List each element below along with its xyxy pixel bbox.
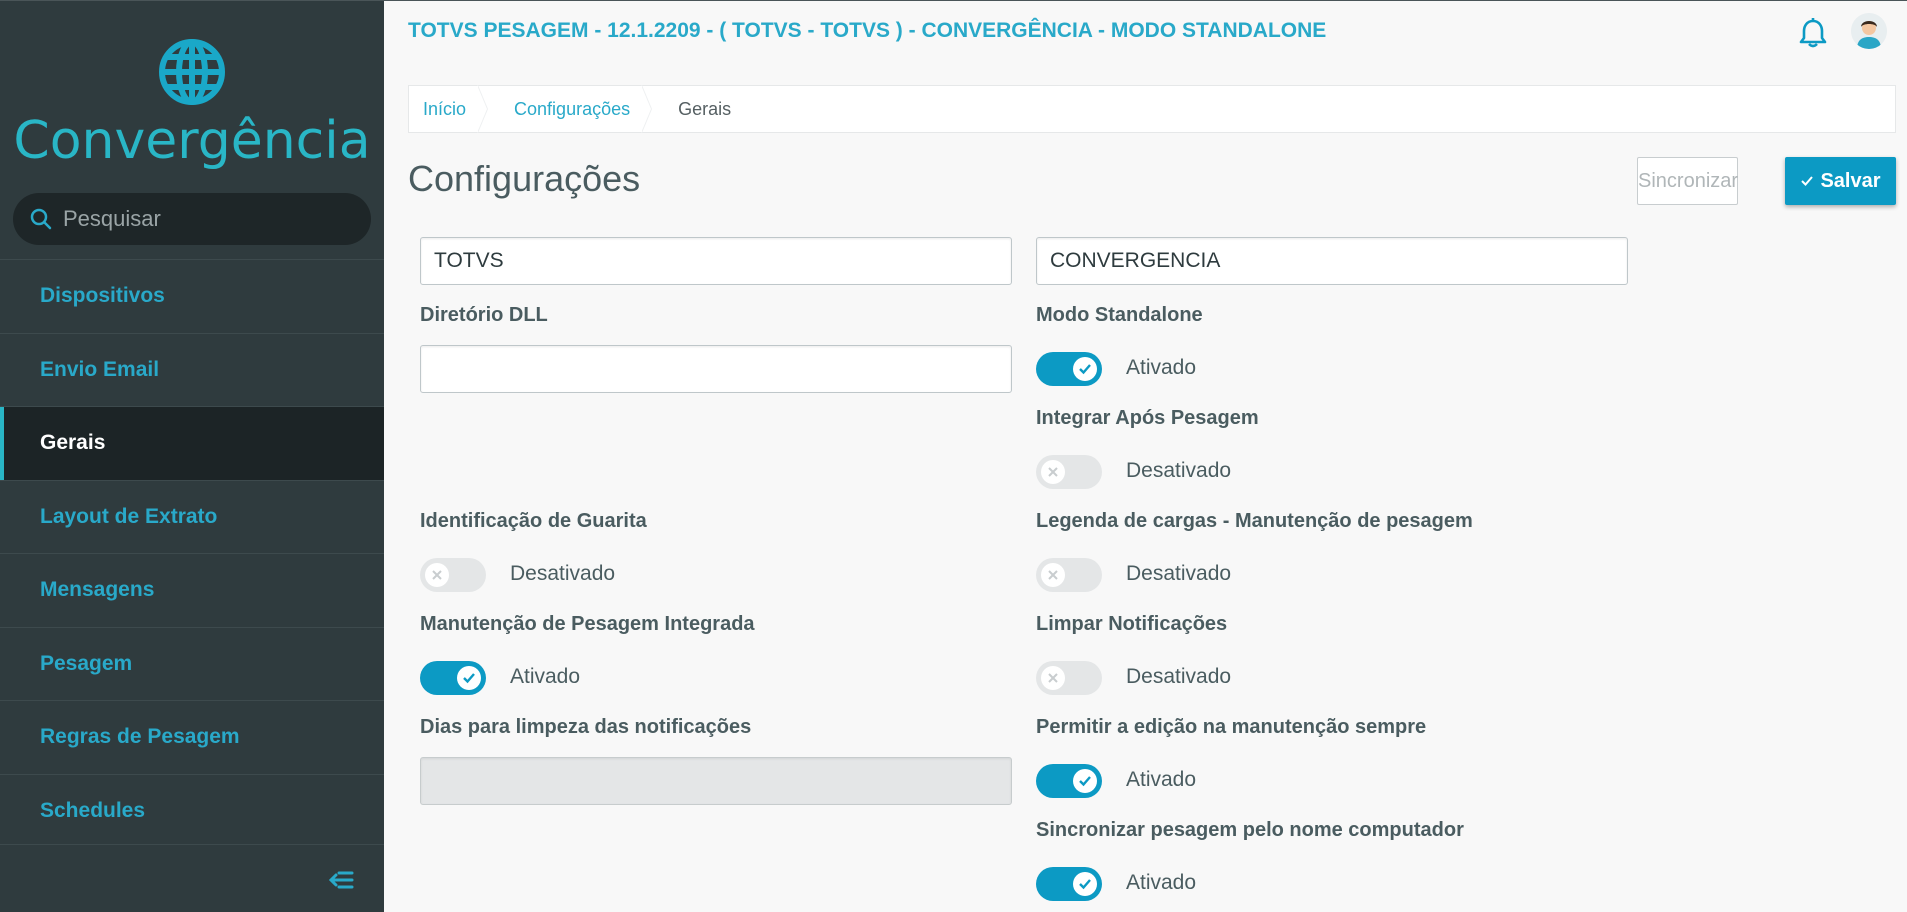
- sidebar-item-schedules[interactable]: Schedules: [0, 773, 384, 847]
- x-icon: [1041, 460, 1065, 484]
- collapse-menu-icon: [328, 871, 354, 889]
- globe-icon: [159, 39, 225, 105]
- standalone-state: Ativado: [1126, 356, 1197, 379]
- save-button[interactable]: Salvar: [1785, 157, 1896, 205]
- sidebar-item-label: Mensagens: [40, 578, 155, 602]
- sincronizar-label: Sincronizar pesagem pelo nome computador: [1036, 819, 1464, 841]
- sidebar-item-dispositivos[interactable]: Dispositivos: [0, 259, 384, 333]
- breadcrumb-gerais: Gerais: [678, 99, 732, 119]
- save-button-label: Salvar: [1820, 169, 1881, 192]
- user-avatar-icon: [1851, 13, 1887, 49]
- guarita-label: Identificação de Guarita: [420, 510, 647, 532]
- check-icon: [457, 666, 481, 690]
- collapse-sidebar-button[interactable]: [0, 844, 384, 912]
- breadcrumb-configuracoes[interactable]: Configurações: [488, 85, 653, 133]
- user-avatar[interactable]: [1851, 13, 1887, 49]
- guarita-state: Desativado: [510, 562, 616, 585]
- standalone-toggle[interactable]: [1036, 352, 1102, 386]
- permitir-label: Permitir a edição na manutenção sempre: [1036, 716, 1427, 738]
- check-icon: [1801, 176, 1814, 186]
- logo-text: Convergência: [13, 111, 371, 171]
- sincronizar-state: Ativado: [1126, 871, 1197, 894]
- legenda-toggle[interactable]: [1036, 558, 1102, 592]
- sincronizar-toggle[interactable]: [1036, 867, 1102, 901]
- logo: Convergência: [0, 1, 384, 186]
- sidebar-item-label: Dispositivos: [40, 284, 165, 308]
- x-icon: [425, 563, 449, 587]
- sidebar-item-envio-email[interactable]: Envio Email: [0, 332, 384, 406]
- branch-field[interactable]: [1036, 237, 1628, 285]
- check-icon: [1073, 357, 1097, 381]
- sidebar-item-pesagem[interactable]: Pesagem: [0, 626, 384, 700]
- sidebar-item-label: Regras de Pesagem: [40, 725, 240, 749]
- sidebar-item-gerais[interactable]: Gerais: [0, 406, 384, 480]
- guarita-toggle[interactable]: [420, 558, 486, 592]
- manutencao-label: Manutenção de Pesagem Integrada: [420, 613, 755, 635]
- sidebar-item-label: Schedules: [40, 798, 146, 822]
- company-field[interactable]: [420, 237, 1012, 285]
- search-icon: [30, 208, 52, 230]
- breadcrumb: Início Configurações Gerais: [408, 85, 1896, 133]
- page-title: Configurações: [408, 158, 641, 199]
- sidebar-item-mensagens[interactable]: Mensagens: [0, 553, 384, 627]
- legenda-state: Desativado: [1126, 562, 1232, 585]
- x-icon: [1041, 563, 1065, 587]
- bell-icon[interactable]: [1798, 17, 1828, 49]
- limpar-toggle[interactable]: [1036, 661, 1102, 695]
- sidebar-item-label: Pesagem: [40, 651, 133, 675]
- check-icon: [1073, 769, 1097, 793]
- integrar-label: Integrar Após Pesagem: [1036, 407, 1259, 429]
- sidebar: Convergência Dispositivos Envio Email Ge…: [0, 0, 384, 912]
- manutencao-state: Ativado: [510, 665, 581, 688]
- legenda-label: Legenda de cargas - Manutenção de pesage…: [1036, 510, 1473, 532]
- breadcrumb-inicio[interactable]: Início: [409, 85, 489, 133]
- permitir-state: Ativado: [1126, 768, 1197, 791]
- dll-label: Diretório DLL: [420, 304, 548, 326]
- integrar-toggle[interactable]: [1036, 455, 1102, 489]
- sidebar-item-label: Layout de Extrato: [40, 504, 218, 528]
- sidebar-item-label: Gerais: [40, 431, 106, 455]
- search-input[interactable]: [63, 201, 353, 237]
- search-box[interactable]: [13, 193, 371, 245]
- sidebar-menu: Dispositivos Envio Email Gerais Layout d…: [0, 259, 384, 847]
- limpar-label: Limpar Notificações: [1036, 613, 1228, 635]
- dias-limpeza-input: [420, 757, 1012, 805]
- sync-button[interactable]: Sincronizar: [1637, 157, 1738, 205]
- check-icon: [1073, 872, 1097, 896]
- app-title: TOTVS PESAGEM - 12.1.2209 - ( TOTVS - TO…: [408, 19, 1327, 42]
- sidebar-item-regras-pesagem[interactable]: Regras de Pesagem: [0, 700, 384, 774]
- permitir-toggle[interactable]: [1036, 764, 1102, 798]
- manutencao-toggle[interactable]: [420, 661, 486, 695]
- sidebar-item-layout-extrato[interactable]: Layout de Extrato: [0, 479, 384, 553]
- integrar-state: Desativado: [1126, 459, 1232, 482]
- limpar-state: Desativado: [1126, 665, 1232, 688]
- standalone-label: Modo Standalone: [1036, 304, 1203, 326]
- dll-directory-input[interactable]: [420, 345, 1012, 393]
- top-bar: TOTVS PESAGEM - 12.1.2209 - ( TOTVS - TO…: [384, 0, 1907, 64]
- x-icon: [1041, 666, 1065, 690]
- dias-label: Dias para limpeza das notificações: [420, 716, 752, 738]
- sidebar-item-label: Envio Email: [40, 357, 160, 381]
